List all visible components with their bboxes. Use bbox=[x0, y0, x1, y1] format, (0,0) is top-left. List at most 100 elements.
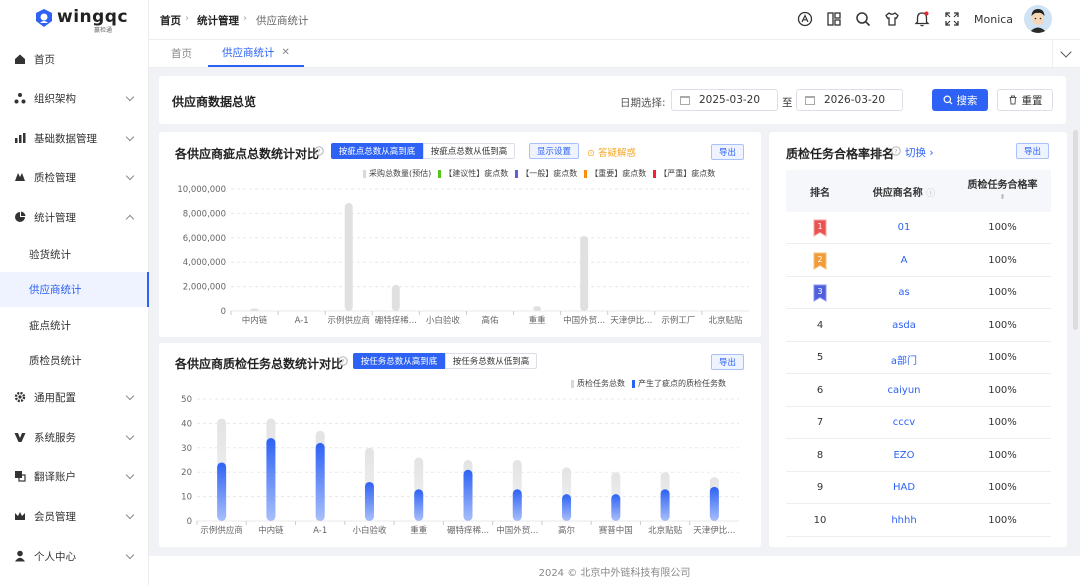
rank-number: 2 bbox=[817, 255, 822, 264]
theme-icon[interactable] bbox=[884, 11, 900, 27]
legend-label: 【一般】疵点数 bbox=[521, 169, 578, 178]
bar bbox=[709, 486, 719, 521]
x-tick-label: 中国外贸... bbox=[563, 315, 605, 326]
sidebar-item-system[interactable]: 系统服务 bbox=[0, 419, 149, 455]
header-pass-rate[interactable]: 质检任务合格率 ⬍ bbox=[954, 176, 1051, 202]
faq-icon: ⊙ bbox=[587, 148, 595, 159]
sidebar-item-translate[interactable]: 翻译账户 bbox=[0, 458, 149, 494]
logo-icon bbox=[36, 9, 52, 27]
defect-export-button[interactable]: 导出 bbox=[711, 144, 744, 160]
sort-tasks-desc-button[interactable]: 按任务总数从高到底 bbox=[353, 353, 445, 369]
task-chart-legend: 质检任务总数 产生了疵点的质检任务数 bbox=[571, 378, 726, 389]
bar bbox=[414, 489, 424, 521]
avatar-image bbox=[1024, 5, 1052, 33]
table-row: 1 01 100% bbox=[786, 212, 1051, 244]
search-icon[interactable] bbox=[855, 11, 871, 27]
sidebar-item-home[interactable]: 首页 bbox=[0, 41, 149, 77]
x-tick-label: 小白验收 bbox=[426, 315, 461, 326]
switch-link[interactable]: 切换 › bbox=[905, 145, 934, 160]
breadcrumb-stats[interactable]: 统计管理 bbox=[197, 13, 239, 28]
breadcrumb-home[interactable]: 首页 bbox=[160, 13, 181, 28]
sort-icon: ⬍ bbox=[999, 193, 1006, 201]
x-tick-label: 硼特痒稀... bbox=[375, 315, 417, 326]
tab-home[interactable]: 首页 bbox=[171, 40, 192, 67]
x-tick-label: 硼特痒稀... bbox=[447, 525, 489, 536]
supplier-name-link[interactable]: asda bbox=[854, 320, 954, 331]
sidebar-item-member[interactable]: 会员管理 bbox=[0, 498, 149, 534]
x-tick-label: A-1 bbox=[295, 316, 309, 326]
tab-supplier-stats[interactable]: 供应商统计 ✕ bbox=[208, 40, 304, 67]
fullscreen-icon[interactable] bbox=[944, 11, 960, 27]
rank-medal-icon: 1 bbox=[813, 219, 827, 237]
close-icon[interactable]: ✕ bbox=[282, 47, 290, 58]
user-icon bbox=[15, 550, 25, 562]
sidebar-item-config[interactable]: 通用配置 bbox=[0, 379, 149, 415]
sidebar-subitem-inspection-stats[interactable]: 验货统计 bbox=[0, 237, 149, 272]
sidebar-subitem-supplier-stats[interactable]: 供应商统计 bbox=[0, 272, 149, 307]
sidebar-item-profile[interactable]: 个人中心 bbox=[0, 538, 149, 574]
sort-defects-asc-button[interactable]: 按疵点总数从低到高 bbox=[423, 143, 515, 159]
sidebar-item-stats[interactable]: 统计管理 bbox=[0, 199, 149, 235]
bar bbox=[217, 462, 227, 521]
scrollbar[interactable] bbox=[1073, 130, 1078, 330]
start-date-input[interactable]: 2025-03-20 bbox=[671, 89, 778, 111]
supplier-name-link[interactable]: A bbox=[854, 255, 954, 266]
bar bbox=[580, 235, 589, 311]
tab-more-button[interactable] bbox=[1052, 40, 1080, 67]
rank-number: 3 bbox=[817, 287, 822, 296]
supplier-name-link[interactable]: as bbox=[854, 287, 954, 298]
sort-defects-desc-button[interactable]: 按疵点总数从高到底 bbox=[331, 143, 423, 159]
reset-button[interactable]: 重置 bbox=[997, 89, 1053, 111]
bar bbox=[463, 469, 473, 521]
sidebar-item-org[interactable]: 组织架构 bbox=[0, 80, 149, 116]
bar bbox=[562, 494, 572, 521]
sidebar-item-inspection[interactable]: 质检管理 bbox=[0, 159, 149, 195]
x-tick-label: 中内链 bbox=[258, 525, 284, 536]
sort-tasks-asc-button[interactable]: 按任务总数从低到高 bbox=[445, 353, 537, 369]
supplier-name-link[interactable]: caiyun bbox=[854, 385, 954, 396]
x-tick-label: 示例工厂 bbox=[661, 315, 695, 326]
table-row: 9 HAD 100% bbox=[786, 472, 1051, 504]
bell-icon[interactable] bbox=[914, 11, 930, 27]
faq-link[interactable]: ⊙ 答疑解惑 bbox=[587, 145, 636, 159]
task-export-button[interactable]: 导出 bbox=[711, 354, 744, 370]
tab-label: 供应商统计 bbox=[222, 47, 275, 59]
y-tick-label: 6,000,000 bbox=[183, 234, 226, 244]
ranking-export-button[interactable]: 导出 bbox=[1016, 143, 1049, 159]
search-button[interactable]: 搜索 bbox=[932, 89, 988, 111]
rank-number: 6 bbox=[816, 384, 824, 396]
logo[interactable]: wingqc 赢检通 bbox=[0, 0, 148, 40]
sidebar-item-basic-data[interactable]: 基础数据管理 bbox=[0, 120, 149, 156]
user-name[interactable]: Monica bbox=[974, 13, 1013, 26]
x-tick-label: 赛普中国 bbox=[599, 525, 633, 536]
end-date-input[interactable]: 2026-03-20 bbox=[796, 89, 903, 111]
language-icon[interactable] bbox=[797, 11, 813, 27]
layout-icon[interactable] bbox=[826, 11, 842, 27]
x-tick-label: 重重 bbox=[529, 315, 547, 326]
bar bbox=[266, 438, 276, 521]
supplier-name-link[interactable]: 01 bbox=[854, 222, 954, 233]
bar bbox=[391, 284, 400, 311]
supplier-name-link[interactable]: HAD bbox=[854, 482, 954, 493]
supplier-name-link[interactable]: hhhh bbox=[854, 515, 954, 526]
avatar[interactable] bbox=[1024, 5, 1052, 33]
header-supplier[interactable]: 供应商名称 ⓘ bbox=[854, 184, 954, 199]
help-icon[interactable]: ? bbox=[314, 146, 324, 156]
supplier-name-link[interactable]: cccv bbox=[854, 417, 954, 428]
y-tick-label: 4,000,000 bbox=[183, 258, 226, 268]
export-label: 导出 bbox=[718, 148, 736, 158]
service-icon bbox=[14, 433, 26, 442]
sidebar-subitem-inspector-stats[interactable]: 质检员统计 bbox=[0, 343, 149, 378]
sort-asc-label: 按疵点总数从低到高 bbox=[430, 147, 508, 157]
table-row: 7 cccv 100% bbox=[786, 407, 1051, 439]
supplier-name-link[interactable]: EZO bbox=[854, 450, 954, 461]
help-icon[interactable]: ? bbox=[338, 356, 348, 366]
pie-chart-icon bbox=[15, 211, 26, 222]
help-icon[interactable]: ? bbox=[891, 146, 901, 156]
rank-number: 10 bbox=[813, 514, 827, 526]
display-settings-button[interactable]: 显示设置 bbox=[529, 143, 579, 159]
x-tick-label: 天津伊比... bbox=[610, 315, 652, 326]
supplier-name-link[interactable]: a部门 bbox=[854, 352, 954, 367]
pass-rate: 100% bbox=[988, 254, 1017, 266]
sidebar-subitem-defect-stats[interactable]: 疵点统计 bbox=[0, 308, 149, 343]
